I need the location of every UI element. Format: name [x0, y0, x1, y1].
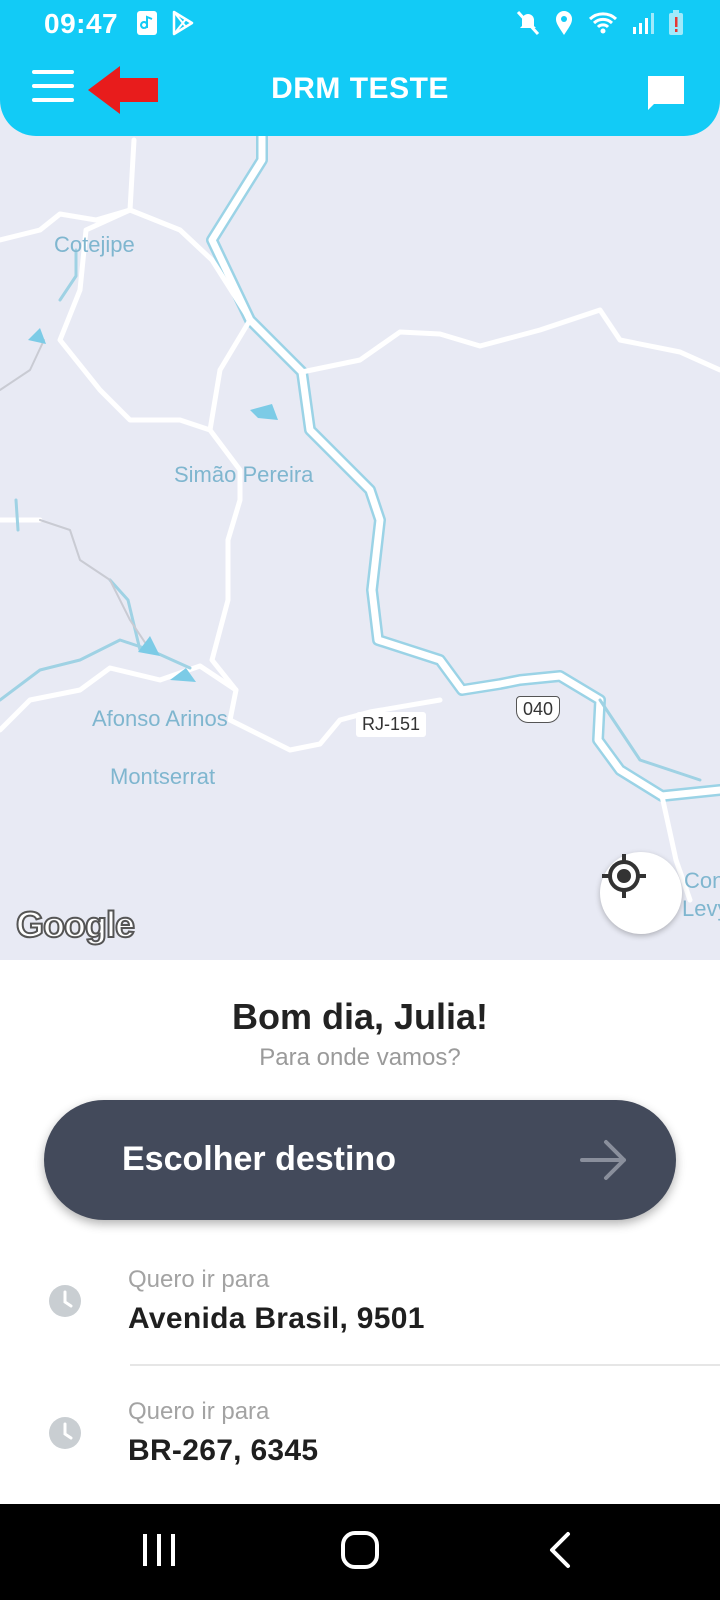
choose-destination-label: Escolher destino [122, 1140, 396, 1178]
my-location-button[interactable] [600, 852, 682, 934]
map-label-comendador-1: Con [684, 868, 720, 893]
map-label-montserrat: Montserrat [110, 764, 216, 789]
play-store-icon [172, 10, 194, 36]
recent-kicker: Quero ir para [128, 1266, 270, 1293]
recent-address: Avenida Brasil, 9501 [128, 1302, 425, 1335]
recent-address: BR-267, 6345 [128, 1434, 319, 1467]
signal-icon [633, 13, 654, 34]
crosshair-icon [602, 854, 646, 898]
map-roads [0, 124, 720, 903]
choose-destination-button[interactable]: Escolher destino [44, 1100, 676, 1220]
status-bar: 09:47 [0, 0, 720, 48]
map-label-afonso-arinos: Afonso Arinos [92, 706, 228, 731]
greeting-text: Bom dia, Julia! [231, 996, 489, 1037]
app-title: DRM TESTE [271, 72, 449, 105]
chat-icon[interactable] [646, 74, 686, 110]
google-logo: Google [15, 903, 136, 946]
road-shield-rj151: RJ-151 [356, 712, 427, 737]
clock-icon [49, 1285, 81, 1317]
map-label-cotejipe: Cotejipe [54, 232, 135, 257]
location-icon [556, 11, 572, 35]
recent-destination-item[interactable]: Quero ir para BR-267, 6345 [0, 1372, 720, 1498]
road-shield-br040: 040 [516, 696, 561, 723]
status-time: 09:47 [44, 8, 119, 39]
battery-alert-icon [669, 10, 683, 35]
map-label-simao-pereira: Simão Pereira [174, 462, 314, 487]
wifi-icon [588, 12, 618, 34]
list-divider [130, 1364, 720, 1366]
clock-icon [49, 1417, 81, 1449]
greeting-subtitle: Para onde vamos? [259, 1044, 461, 1071]
mute-icon [516, 10, 540, 36]
map-view[interactable]: Cotejipe Simão Pereira Afonso Arinos Mon… [0, 0, 720, 960]
recent-kicker: Quero ir para [128, 1398, 270, 1425]
arrow-right-icon [580, 1140, 626, 1180]
system-navigation-bar [0, 1504, 720, 1600]
map-label-comendador-2: Levy [682, 896, 720, 921]
music-note-icon [137, 11, 157, 35]
back-icon[interactable] [546, 1530, 576, 1570]
recent-destination-item[interactable]: Quero ir para Avenida Brasil, 9501 [0, 1240, 720, 1366]
home-icon[interactable] [340, 1530, 380, 1570]
app-header: 09:47 DRM TESTE [0, 0, 720, 136]
app-bar: DRM TESTE [0, 52, 720, 132]
recent-apps-icon[interactable] [140, 1530, 178, 1570]
